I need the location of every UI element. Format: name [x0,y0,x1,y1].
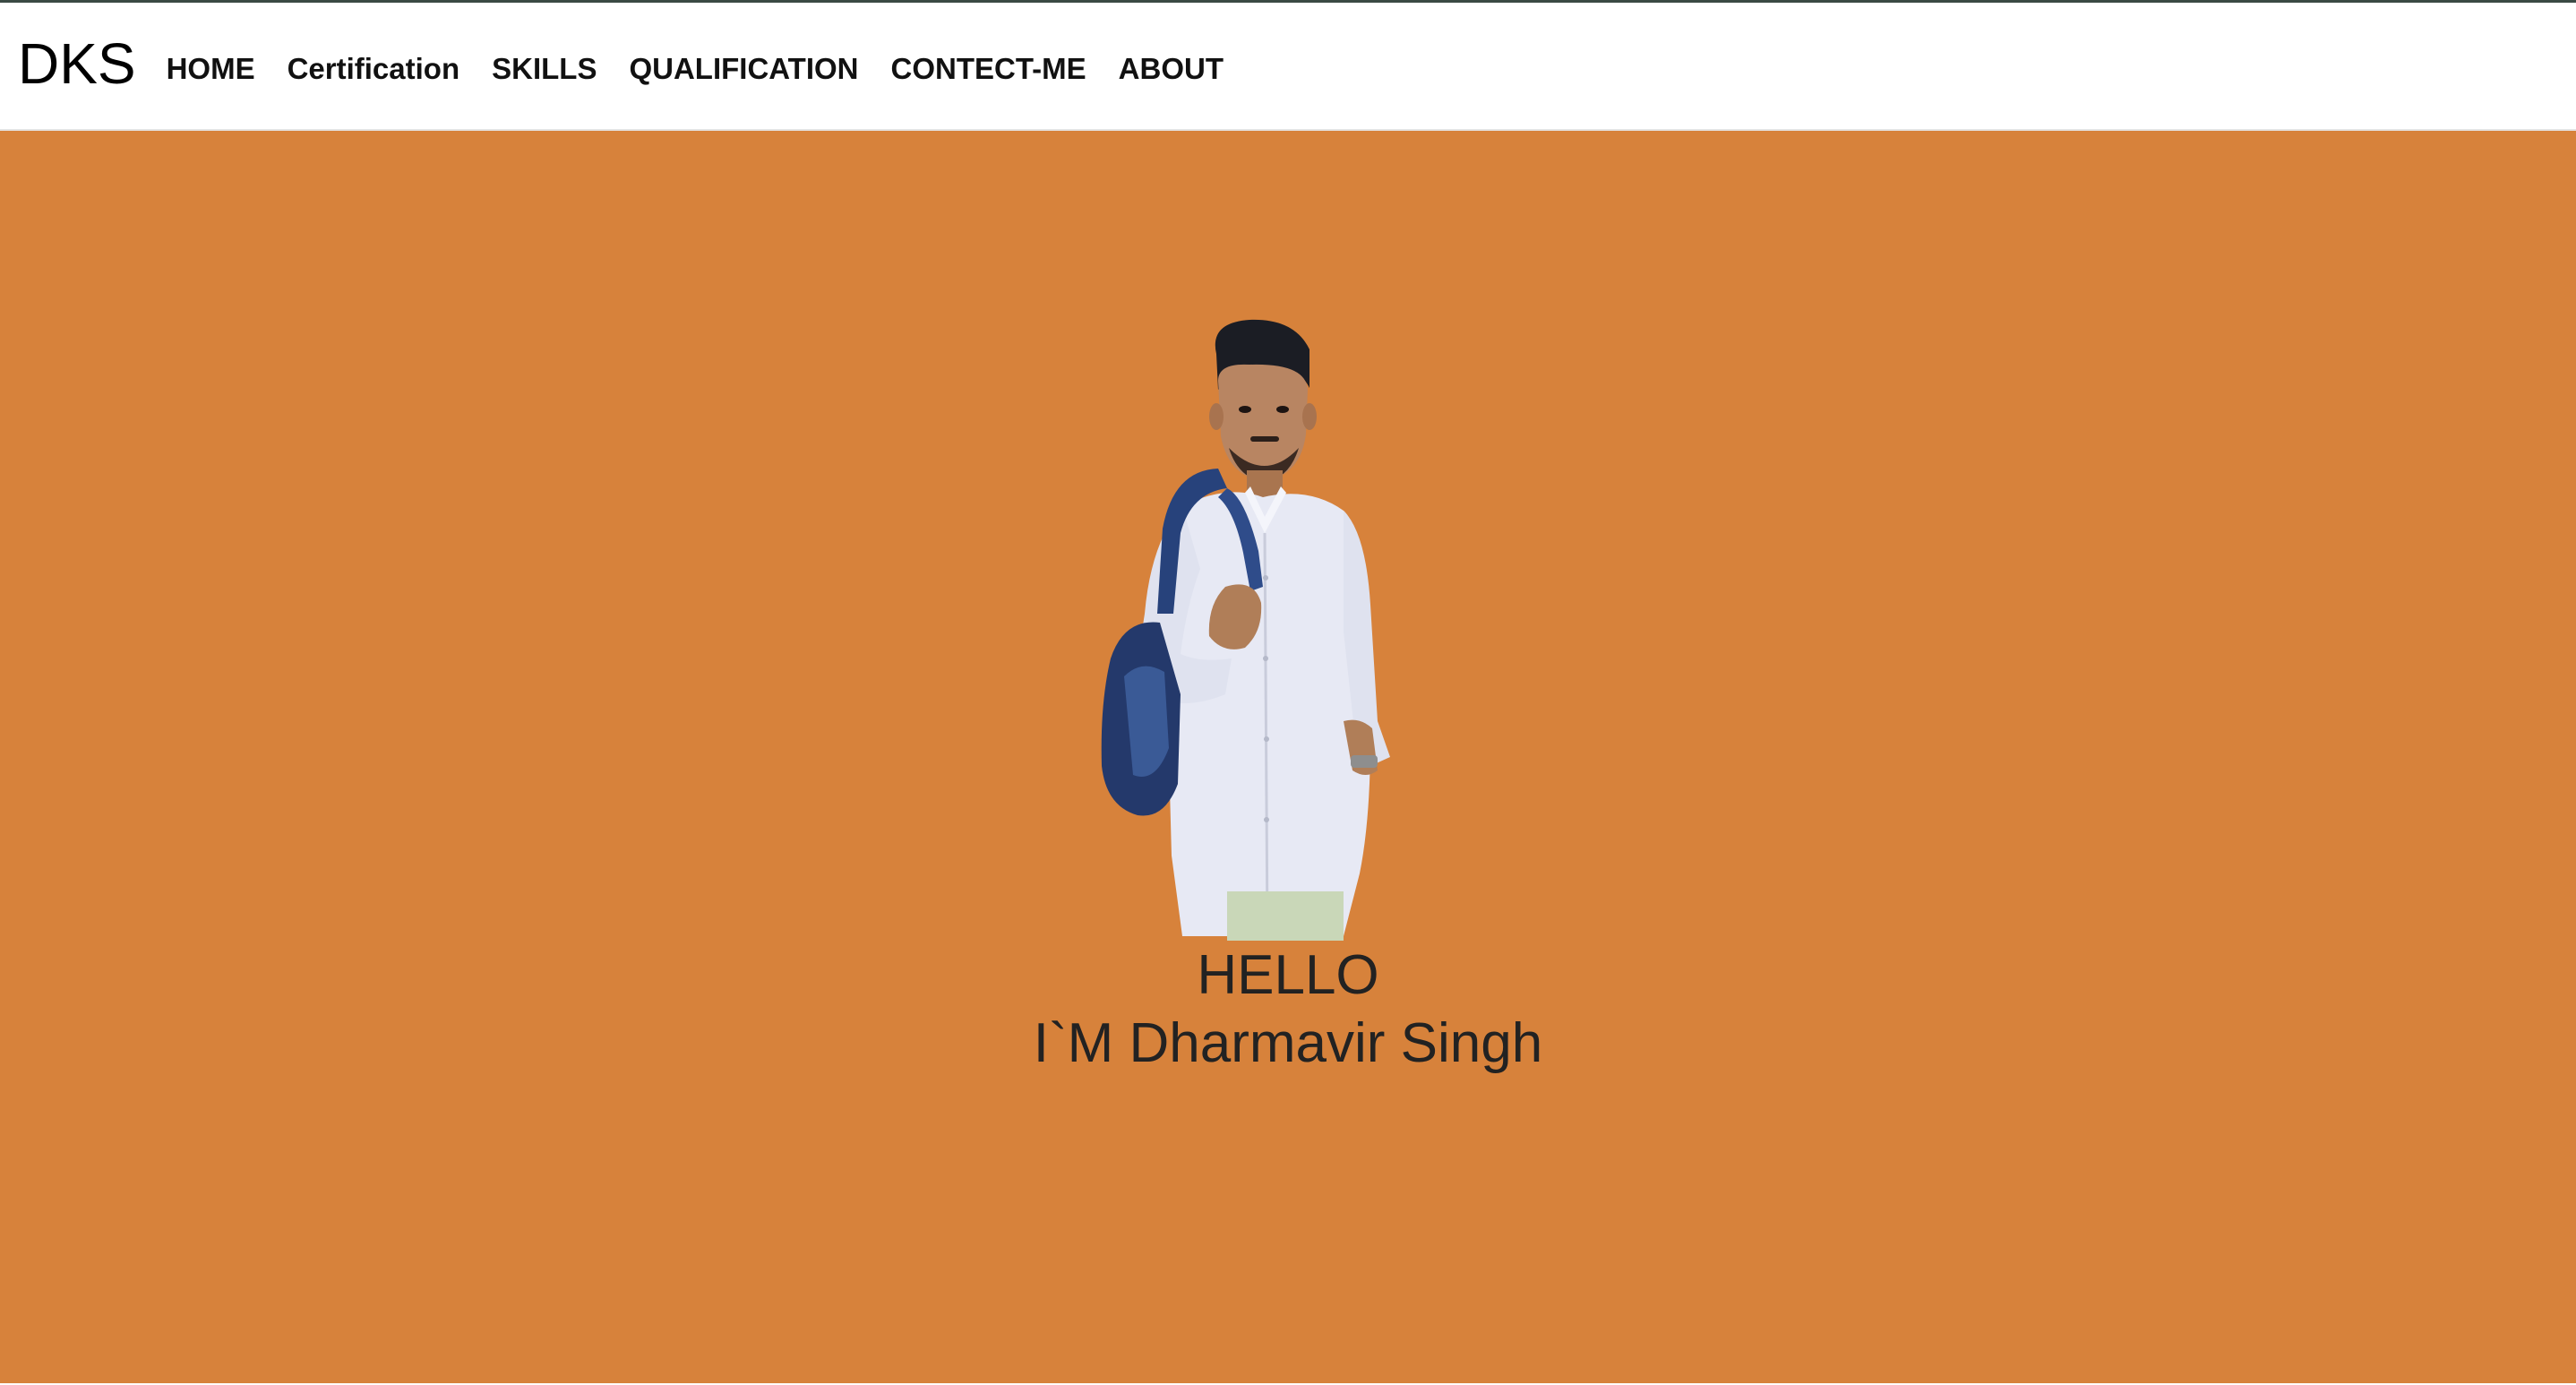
nav-home[interactable]: HOME [167,52,255,86]
nav-skills[interactable]: SKILLS [492,52,597,86]
nav-certification[interactable]: Certification [288,52,460,86]
hero-name: I`M Dharmavir Singh [1033,1012,1543,1074]
nav-contact[interactable]: CONTECT-ME [891,52,1086,86]
nav-qualification[interactable]: QUALIFICATION [629,52,858,86]
brand-logo[interactable]: DKS [18,35,136,92]
navbar: DKS HOME Certification SKILLS QUALIFICAT… [0,3,2576,131]
hero-greeting: HELLO [1197,944,1379,1006]
profile-photo [1101,319,1390,941]
nav-about[interactable]: ABOUT [1119,52,1224,86]
nav-links: HOME Certification SKILLS QUALIFICATION … [167,52,1224,86]
